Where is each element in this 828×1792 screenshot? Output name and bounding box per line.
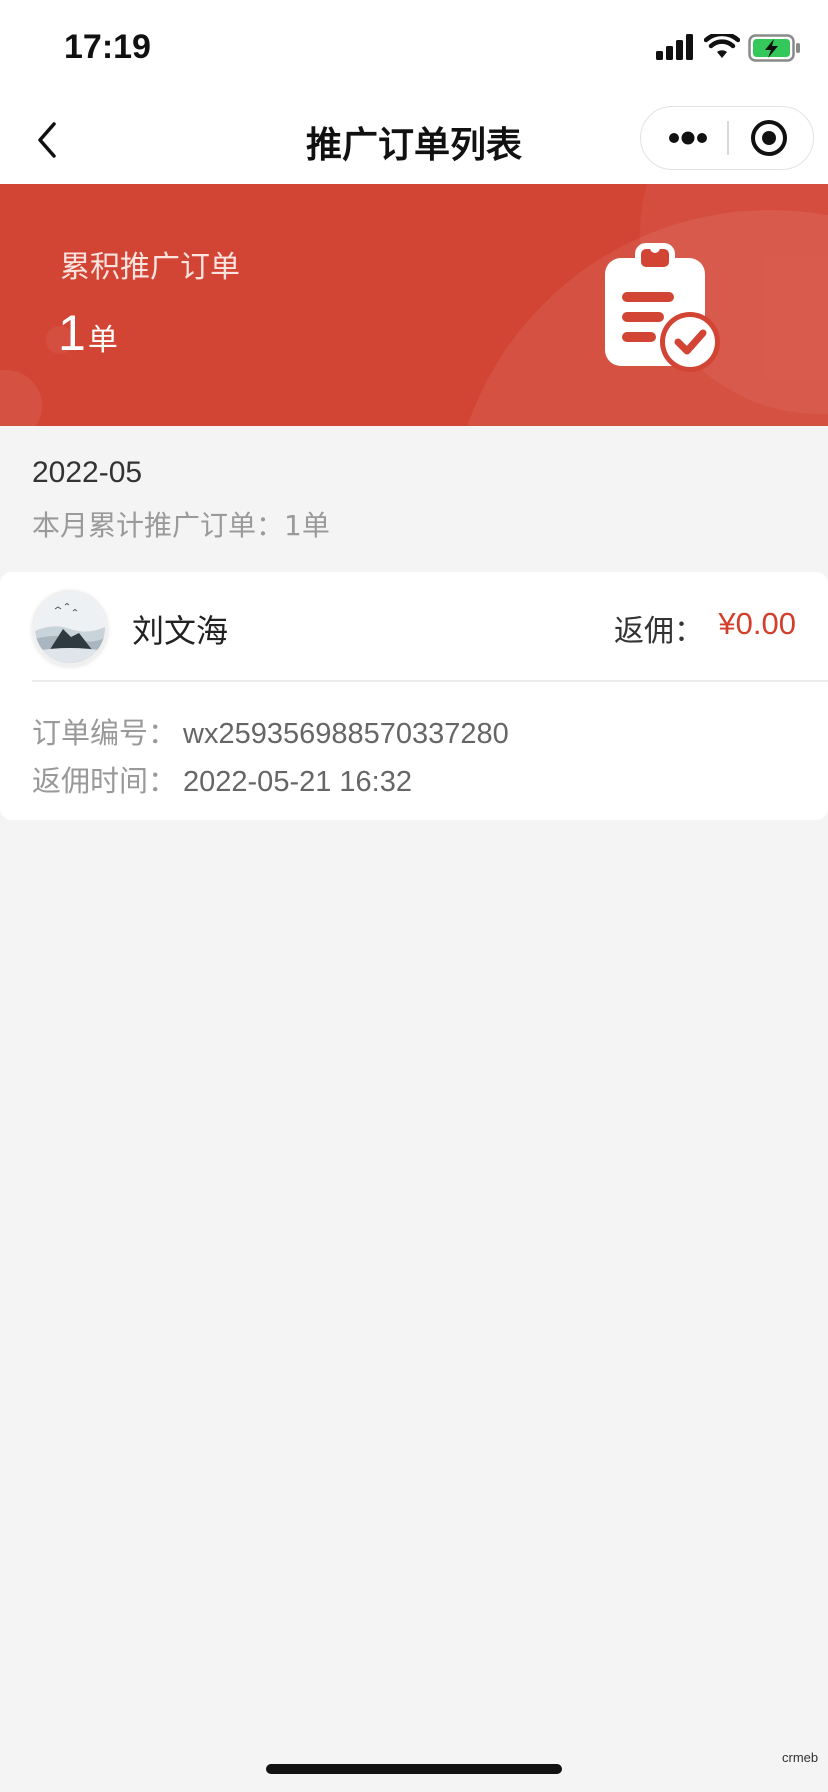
wifi-icon — [704, 34, 740, 58]
clipboard-check-icon — [605, 243, 720, 372]
banner-decoration — [0, 370, 42, 426]
watermark: crmeb — [782, 1750, 819, 1765]
total-orders-count: 1单 — [58, 304, 118, 362]
capsule-divider — [727, 121, 729, 155]
summary-banner: 累积推广订单 1单 — [0, 184, 828, 426]
user-name: 刘文海 — [132, 612, 229, 650]
more-dots-icon[interactable] — [663, 121, 713, 155]
card-divider — [32, 680, 828, 682]
rebate-time-value: 2022-05-21 16:32 — [183, 766, 412, 798]
battery-charging-icon — [748, 34, 800, 62]
order-number-row: 订单编号： wx259356988570337280 — [32, 710, 509, 752]
status-time: 17:19 — [64, 28, 151, 66]
avatar-landscape-image — [35, 593, 105, 663]
rebate-time-row: 返佣时间： 2022-05-21 16:32 — [32, 758, 412, 800]
target-icon[interactable] — [749, 118, 789, 158]
total-orders-number: 1 — [58, 305, 86, 361]
signal-icon — [656, 34, 693, 60]
rebate-time-label: 返佣时间： — [32, 764, 178, 798]
month-summary: 本月累计推广订单：1单 — [32, 509, 330, 542]
total-orders-label: 累积推广订单 — [60, 250, 240, 285]
home-indicator — [266, 1764, 562, 1774]
nav-bar: 推广订单列表 — [0, 96, 828, 184]
status-bar: 17:19 — [0, 0, 828, 96]
mini-program-capsule — [640, 106, 814, 170]
rebate-label: 返佣： — [614, 614, 704, 649]
avatar — [32, 590, 108, 666]
total-orders-unit: 单 — [87, 323, 118, 358]
order-card[interactable]: 刘文海 返佣： ¥0.00 订单编号： wx259356988570337280 … — [0, 572, 828, 820]
month-section: 2022-05 本月累计推广订单：1单 — [0, 426, 828, 570]
month-label: 2022-05 — [32, 456, 143, 489]
rebate-amount: ¥0.00 — [718, 606, 796, 641]
order-number-value: wx259356988570337280 — [183, 718, 509, 750]
order-number-label: 订单编号： — [32, 716, 178, 750]
